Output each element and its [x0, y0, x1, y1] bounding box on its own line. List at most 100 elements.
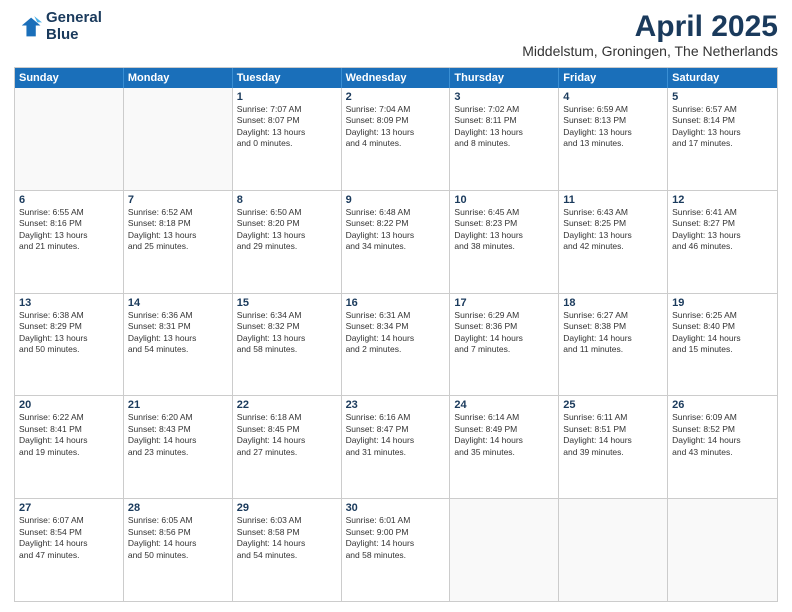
- cell-text: Sunrise: 6:03 AM Sunset: 8:58 PM Dayligh…: [237, 515, 337, 561]
- calendar-cell: 24Sunrise: 6:14 AM Sunset: 8:49 PM Dayli…: [450, 396, 559, 498]
- cell-text: Sunrise: 6:36 AM Sunset: 8:31 PM Dayligh…: [128, 310, 228, 356]
- calendar-cell: 10Sunrise: 6:45 AM Sunset: 8:23 PM Dayli…: [450, 191, 559, 293]
- calendar-cell: 14Sunrise: 6:36 AM Sunset: 8:31 PM Dayli…: [124, 294, 233, 396]
- day-number: 12: [672, 194, 773, 206]
- calendar-cell: [559, 499, 668, 601]
- cell-text: Sunrise: 6:41 AM Sunset: 8:27 PM Dayligh…: [672, 207, 773, 253]
- cell-text: Sunrise: 6:07 AM Sunset: 8:54 PM Dayligh…: [19, 515, 119, 561]
- cell-text: Sunrise: 6:45 AM Sunset: 8:23 PM Dayligh…: [454, 207, 554, 253]
- calendar-cell: 22Sunrise: 6:18 AM Sunset: 8:45 PM Dayli…: [233, 396, 342, 498]
- calendar-cell: 5Sunrise: 6:57 AM Sunset: 8:14 PM Daylig…: [668, 88, 777, 190]
- calendar-cell: [15, 88, 124, 190]
- calendar-cell: 2Sunrise: 7:04 AM Sunset: 8:09 PM Daylig…: [342, 88, 451, 190]
- calendar-cell: 9Sunrise: 6:48 AM Sunset: 8:22 PM Daylig…: [342, 191, 451, 293]
- cell-text: Sunrise: 6:27 AM Sunset: 8:38 PM Dayligh…: [563, 310, 663, 356]
- logo-line1: General: [46, 10, 102, 27]
- calendar-cell: [450, 499, 559, 601]
- main-title: April 2025: [522, 10, 778, 43]
- cell-text: Sunrise: 6:25 AM Sunset: 8:40 PM Dayligh…: [672, 310, 773, 356]
- day-number: 26: [672, 399, 773, 411]
- header-cell-monday: Monday: [124, 68, 233, 88]
- day-number: 5: [672, 91, 773, 103]
- day-number: 7: [128, 194, 228, 206]
- day-number: 27: [19, 502, 119, 514]
- logo-line2: Blue: [46, 27, 102, 44]
- logo-icon: [14, 13, 42, 41]
- calendar-cell: 11Sunrise: 6:43 AM Sunset: 8:25 PM Dayli…: [559, 191, 668, 293]
- day-number: 19: [672, 297, 773, 309]
- calendar-row-2: 13Sunrise: 6:38 AM Sunset: 8:29 PM Dayli…: [15, 294, 777, 397]
- logo: General Blue: [14, 10, 102, 43]
- day-number: 9: [346, 194, 446, 206]
- day-number: 25: [563, 399, 663, 411]
- cell-text: Sunrise: 7:07 AM Sunset: 8:07 PM Dayligh…: [237, 104, 337, 150]
- day-number: 16: [346, 297, 446, 309]
- calendar-cell: 17Sunrise: 6:29 AM Sunset: 8:36 PM Dayli…: [450, 294, 559, 396]
- day-number: 20: [19, 399, 119, 411]
- cell-text: Sunrise: 7:02 AM Sunset: 8:11 PM Dayligh…: [454, 104, 554, 150]
- calendar-cell: 8Sunrise: 6:50 AM Sunset: 8:20 PM Daylig…: [233, 191, 342, 293]
- subtitle: Middelstum, Groningen, The Netherlands: [522, 43, 778, 59]
- day-number: 15: [237, 297, 337, 309]
- cell-text: Sunrise: 6:16 AM Sunset: 8:47 PM Dayligh…: [346, 412, 446, 458]
- cell-text: Sunrise: 6:01 AM Sunset: 9:00 PM Dayligh…: [346, 515, 446, 561]
- cell-text: Sunrise: 6:22 AM Sunset: 8:41 PM Dayligh…: [19, 412, 119, 458]
- day-number: 21: [128, 399, 228, 411]
- day-number: 18: [563, 297, 663, 309]
- cell-text: Sunrise: 6:43 AM Sunset: 8:25 PM Dayligh…: [563, 207, 663, 253]
- calendar-row-1: 6Sunrise: 6:55 AM Sunset: 8:16 PM Daylig…: [15, 191, 777, 294]
- day-number: 23: [346, 399, 446, 411]
- header-cell-saturday: Saturday: [668, 68, 777, 88]
- header-cell-sunday: Sunday: [15, 68, 124, 88]
- day-number: 29: [237, 502, 337, 514]
- day-number: 14: [128, 297, 228, 309]
- day-number: 3: [454, 91, 554, 103]
- day-number: 24: [454, 399, 554, 411]
- title-block: April 2025 Middelstum, Groningen, The Ne…: [522, 10, 778, 59]
- day-number: 10: [454, 194, 554, 206]
- calendar-header: SundayMondayTuesdayWednesdayThursdayFrid…: [15, 68, 777, 88]
- cell-text: Sunrise: 6:20 AM Sunset: 8:43 PM Dayligh…: [128, 412, 228, 458]
- day-number: 1: [237, 91, 337, 103]
- day-number: 17: [454, 297, 554, 309]
- cell-text: Sunrise: 6:50 AM Sunset: 8:20 PM Dayligh…: [237, 207, 337, 253]
- calendar-cell: 19Sunrise: 6:25 AM Sunset: 8:40 PM Dayli…: [668, 294, 777, 396]
- cell-text: Sunrise: 6:55 AM Sunset: 8:16 PM Dayligh…: [19, 207, 119, 253]
- cell-text: Sunrise: 6:14 AM Sunset: 8:49 PM Dayligh…: [454, 412, 554, 458]
- day-number: 11: [563, 194, 663, 206]
- calendar-cell: 7Sunrise: 6:52 AM Sunset: 8:18 PM Daylig…: [124, 191, 233, 293]
- cell-text: Sunrise: 6:18 AM Sunset: 8:45 PM Dayligh…: [237, 412, 337, 458]
- day-number: 13: [19, 297, 119, 309]
- calendar-body: 1Sunrise: 7:07 AM Sunset: 8:07 PM Daylig…: [15, 88, 777, 601]
- cell-text: Sunrise: 6:34 AM Sunset: 8:32 PM Dayligh…: [237, 310, 337, 356]
- cell-text: Sunrise: 6:11 AM Sunset: 8:51 PM Dayligh…: [563, 412, 663, 458]
- calendar-cell: 18Sunrise: 6:27 AM Sunset: 8:38 PM Dayli…: [559, 294, 668, 396]
- cell-text: Sunrise: 6:38 AM Sunset: 8:29 PM Dayligh…: [19, 310, 119, 356]
- cell-text: Sunrise: 7:04 AM Sunset: 8:09 PM Dayligh…: [346, 104, 446, 150]
- calendar-cell: [124, 88, 233, 190]
- calendar-cell: 6Sunrise: 6:55 AM Sunset: 8:16 PM Daylig…: [15, 191, 124, 293]
- calendar-cell: 23Sunrise: 6:16 AM Sunset: 8:47 PM Dayli…: [342, 396, 451, 498]
- calendar-cell: 21Sunrise: 6:20 AM Sunset: 8:43 PM Dayli…: [124, 396, 233, 498]
- header-cell-wednesday: Wednesday: [342, 68, 451, 88]
- calendar-cell: [668, 499, 777, 601]
- calendar-cell: 16Sunrise: 6:31 AM Sunset: 8:34 PM Dayli…: [342, 294, 451, 396]
- calendar-row-0: 1Sunrise: 7:07 AM Sunset: 8:07 PM Daylig…: [15, 88, 777, 191]
- calendar-cell: 4Sunrise: 6:59 AM Sunset: 8:13 PM Daylig…: [559, 88, 668, 190]
- cell-text: Sunrise: 6:09 AM Sunset: 8:52 PM Dayligh…: [672, 412, 773, 458]
- day-number: 4: [563, 91, 663, 103]
- calendar-cell: 3Sunrise: 7:02 AM Sunset: 8:11 PM Daylig…: [450, 88, 559, 190]
- day-number: 22: [237, 399, 337, 411]
- calendar-cell: 13Sunrise: 6:38 AM Sunset: 8:29 PM Dayli…: [15, 294, 124, 396]
- cell-text: Sunrise: 6:31 AM Sunset: 8:34 PM Dayligh…: [346, 310, 446, 356]
- calendar-row-4: 27Sunrise: 6:07 AM Sunset: 8:54 PM Dayli…: [15, 499, 777, 601]
- calendar-cell: 25Sunrise: 6:11 AM Sunset: 8:51 PM Dayli…: [559, 396, 668, 498]
- header-cell-friday: Friday: [559, 68, 668, 88]
- calendar-cell: 26Sunrise: 6:09 AM Sunset: 8:52 PM Dayli…: [668, 396, 777, 498]
- cell-text: Sunrise: 6:29 AM Sunset: 8:36 PM Dayligh…: [454, 310, 554, 356]
- header-cell-thursday: Thursday: [450, 68, 559, 88]
- cell-text: Sunrise: 6:05 AM Sunset: 8:56 PM Dayligh…: [128, 515, 228, 561]
- calendar-cell: 29Sunrise: 6:03 AM Sunset: 8:58 PM Dayli…: [233, 499, 342, 601]
- calendar-cell: 20Sunrise: 6:22 AM Sunset: 8:41 PM Dayli…: [15, 396, 124, 498]
- cell-text: Sunrise: 6:52 AM Sunset: 8:18 PM Dayligh…: [128, 207, 228, 253]
